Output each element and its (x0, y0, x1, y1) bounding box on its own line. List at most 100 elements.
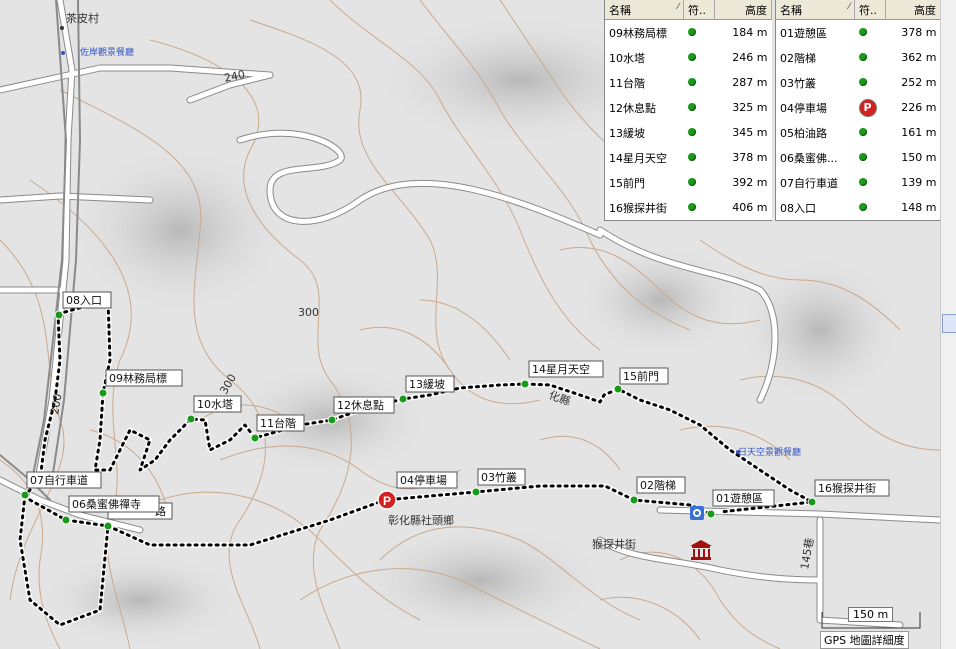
waypoint-symbol (684, 20, 715, 46)
waypoint-01[interactable]: 01遊憩區 (712, 489, 775, 507)
waypoint-list-left: 名稱 ⁄ 符.. 高度 09林務局標 184 m 10水塔 246 m 11台階 287 m… (604, 0, 772, 221)
waypoint-07[interactable]: 07自行車道 (26, 471, 102, 489)
waypoint-row[interactable]: 01遊憩區 378 m (776, 20, 941, 46)
waypoint-name: 07自行車道 (780, 176, 838, 190)
waypoint-marker[interactable] (471, 487, 481, 497)
waypoint-elevation: 362 m (901, 51, 937, 64)
waypoint-list-right: 名稱 ⁄ 符.. 高度 01遊憩區 378 m 02階梯 362 m 03竹叢 252 m 0… (775, 0, 941, 221)
waypoint-row[interactable]: 14星月天空 378 m (605, 145, 772, 170)
waypoint-15[interactable]: 15前門 (619, 367, 669, 385)
waypoint-04[interactable]: 04停車場 (396, 471, 458, 489)
waypoint-08[interactable]: 08入口 (62, 291, 112, 309)
waypoint-02[interactable]: 02階梯 (636, 476, 686, 494)
green-dot-icon (687, 178, 696, 186)
waypoint-name: 05柏油路 (780, 126, 827, 140)
waypoint-name: 12休息點 (609, 101, 656, 115)
waypoint-06[interactable]: 06桑蜜佛禪寺 (68, 495, 160, 513)
column-header-name[interactable]: 名稱 ⁄ (605, 0, 684, 20)
waypoint-marker[interactable] (61, 515, 71, 525)
waypoint-row[interactable]: 08入口 148 m (776, 195, 941, 220)
waypoint-row[interactable]: 04停車場 P 226 m (776, 95, 941, 120)
waypoint-12[interactable]: 12休息點 (333, 396, 395, 414)
column-header-elevation[interactable]: 高度 (714, 0, 772, 20)
waypoint-marker[interactable] (103, 521, 113, 531)
waypoint-row[interactable]: 06桑蜜佛... 150 m (776, 145, 941, 170)
waypoint-elevation: 184 m (732, 26, 768, 39)
waypoint-row[interactable]: 05柏油路 161 m (776, 120, 941, 145)
contour-300-label: 300 (298, 306, 319, 319)
waypoint-name: 14星月天空 (609, 151, 667, 165)
waypoint-elevation: 378 m (901, 26, 937, 39)
waypoint-row[interactable]: 07自行車道 139 m (776, 170, 941, 195)
waypoint-elevation: 226 m (901, 101, 937, 114)
scrollbar-thumb[interactable] (942, 314, 956, 333)
street-name: 猴探井街 (592, 537, 636, 551)
waypoint-label: 15前門 (623, 369, 659, 383)
waypoint-14[interactable]: 14星月天空 (528, 360, 604, 378)
parking-icon[interactable]: P (377, 490, 397, 510)
green-dot-icon (858, 53, 867, 61)
waypoint-row[interactable]: 16猴探井街 406 m (605, 195, 772, 220)
waypoint-marker[interactable] (613, 384, 623, 394)
waypoint-elevation: 139 m (901, 176, 937, 189)
waypoint-row[interactable]: 02階梯 362 m (776, 45, 941, 70)
waypoint-marker[interactable] (629, 495, 639, 505)
waypoint-marker[interactable] (398, 394, 408, 404)
waypoint-elevation: 378 m (732, 151, 768, 164)
waypoint-03[interactable]: 03竹叢 (477, 468, 526, 486)
column-header-elevation[interactable]: 高度 (885, 0, 941, 20)
green-dot-icon (687, 128, 696, 136)
waypoint-elevation: 161 m (901, 126, 937, 139)
waypoint-row[interactable]: 11台階 287 m (605, 70, 772, 95)
waypoint-marker[interactable] (327, 415, 337, 425)
waypoint-marker[interactable] (520, 379, 530, 389)
waypoint-name: 13緩坡 (609, 126, 645, 140)
waypoint-row[interactable]: 13緩坡 345 m (605, 120, 772, 145)
waypoint-label: 03竹叢 (481, 470, 517, 484)
waypoint-16[interactable]: 16猴探井街 (814, 479, 890, 497)
waypoint-name: 01遊憩區 (780, 26, 827, 40)
waypoint-row[interactable]: 12休息點 325 m (605, 95, 772, 120)
green-dot-icon (858, 78, 867, 86)
parking-letter: P (383, 494, 391, 508)
waypoint-09[interactable]: 09林務局標 (105, 369, 183, 387)
column-header-symbol[interactable]: 符.. (683, 0, 715, 20)
green-dot-icon (687, 28, 696, 36)
waypoint-marker[interactable] (54, 310, 64, 320)
green-dot-icon (687, 103, 696, 111)
waypoint-marker[interactable] (807, 497, 817, 507)
waypoint-marker[interactable] (98, 388, 108, 398)
waypoint-symbol (684, 145, 715, 170)
waypoint-10[interactable]: 10水塔 (193, 395, 242, 413)
township-name: 彰化縣社頭鄉 (388, 513, 454, 527)
waypoint-symbol (684, 195, 715, 220)
waypoint-name: 08入口 (780, 201, 816, 215)
column-header-name[interactable]: 名稱 ⁄ (776, 0, 855, 20)
waypoint-row[interactable]: 03竹叢 252 m (776, 70, 941, 95)
green-dot-icon (687, 203, 696, 211)
waypoint-elevation: 325 m (732, 101, 768, 114)
waypoint-marker[interactable] (20, 490, 30, 500)
waypoint-marker[interactable] (250, 433, 260, 443)
waypoint-row[interactable]: 15前門 392 m (605, 170, 772, 195)
waypoint-symbol (855, 170, 886, 195)
waypoint-label: 07自行車道 (30, 473, 88, 487)
waypoint-symbol (855, 45, 886, 70)
scale-label: 150 m (848, 607, 894, 622)
waypoint-elevation: 392 m (732, 176, 768, 189)
waypoint-marker[interactable] (706, 509, 716, 519)
waypoint-row[interactable]: 10水塔 246 m (605, 45, 772, 70)
green-dot-icon (687, 78, 696, 86)
waypoint-13[interactable]: 13緩坡 (405, 375, 455, 393)
parking-icon: P (858, 98, 877, 117)
poi-right-name: 日天空景觀餐廳 (738, 446, 801, 458)
green-dot-icon (687, 153, 696, 161)
waypoint-row[interactable]: 09林務局標 184 m (605, 20, 772, 46)
column-header-symbol[interactable]: 符.. (854, 0, 886, 20)
waypoint-11[interactable]: 11台階 (256, 414, 305, 432)
waypoint-marker[interactable] (186, 414, 196, 424)
vertical-scrollbar[interactable] (940, 0, 956, 649)
green-dot-icon (858, 153, 867, 161)
waypoint-elevation: 252 m (901, 76, 937, 89)
poi-top-name: 佐岸觀景餐廳 (80, 46, 134, 58)
